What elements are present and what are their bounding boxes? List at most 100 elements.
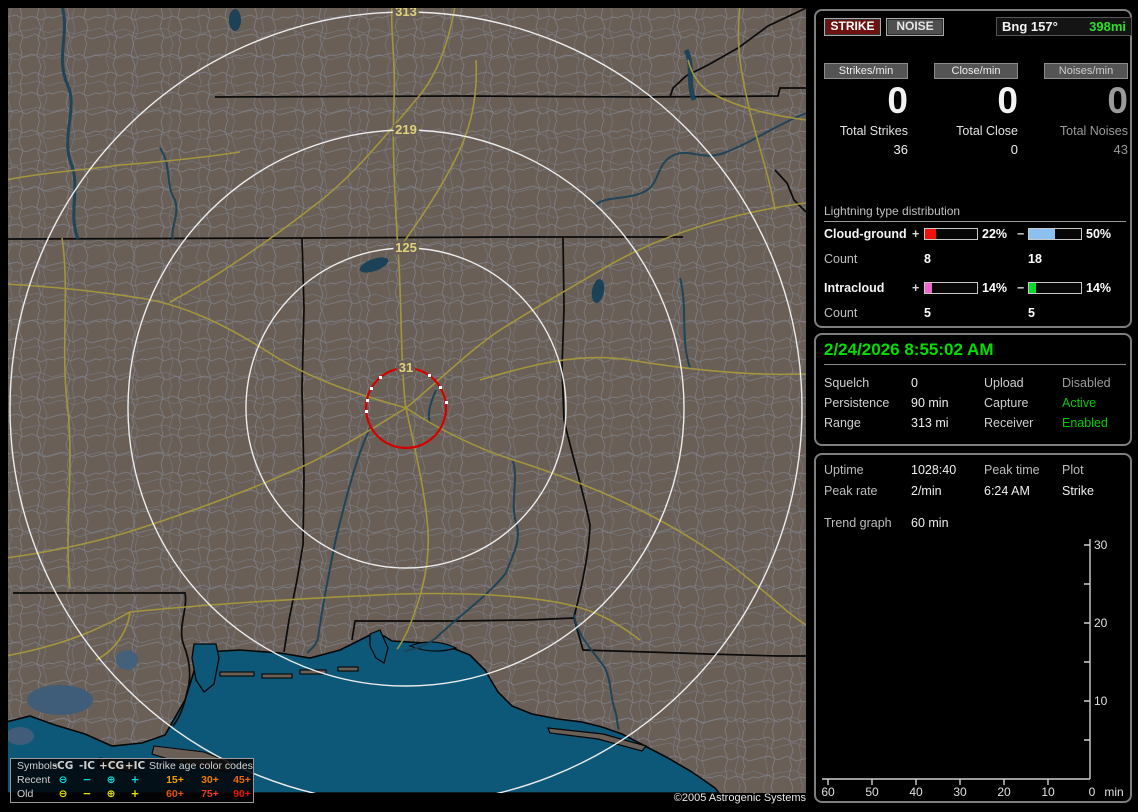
y-tick-30: 30	[1094, 538, 1108, 552]
upload-label: Upload	[984, 376, 1024, 390]
count-label: Count	[824, 252, 858, 266]
receiver-label: Receiver	[984, 416, 1034, 430]
ic-positive-fill	[925, 283, 933, 293]
age-60: 60+	[166, 788, 184, 800]
noises-per-min-value: 0	[1107, 80, 1128, 121]
upload-status: Disabled	[1062, 376, 1111, 390]
legend-old-row: Old ⊖ − ⊕ + 60+ 75+ 90+	[11, 788, 253, 801]
minus-sign: −	[1017, 281, 1025, 295]
count-label: Count	[824, 306, 858, 320]
ic-positive-bar	[924, 282, 978, 294]
age-45: 45+	[233, 774, 251, 786]
plus-icon: +	[130, 788, 140, 800]
ic-negative-pct: 14%	[1086, 281, 1112, 295]
age-30: 30+	[201, 774, 219, 786]
bearing-display: Bng 157° 398mi	[996, 17, 1132, 36]
cg-negative-pct: 50%	[1086, 227, 1112, 241]
strike-button[interactable]: STRIKE	[824, 18, 881, 36]
receiver-status: Enabled	[1062, 416, 1108, 430]
status-row-persistence: Persistence 90 min Capture Active	[816, 396, 1130, 410]
ring-label-313: 313	[395, 8, 417, 19]
range-value: 313 mi	[911, 416, 949, 430]
squelch-label: Squelch	[824, 376, 870, 390]
intracloud-label: Intracloud	[824, 281, 885, 295]
circle-plus-icon: ⊕	[106, 774, 116, 786]
stats-panel: Uptime 1028:40 Peak time Plot Peak rate …	[814, 453, 1132, 803]
ring-label-125: 125	[395, 240, 417, 255]
counters-panel: STRIKE NOISE Bng 157° 398mi Strikes/min …	[814, 9, 1132, 328]
map-canvas[interactable]: 313 219 125 31 Symbols -CG -IC +CG +IC S…	[8, 8, 806, 803]
bearing-range-value: 398mi	[1089, 19, 1126, 34]
range-label: Range	[824, 416, 861, 430]
x-tick-20: 20	[997, 785, 1011, 799]
y-tick-20: 20	[1094, 616, 1108, 630]
status-panel: 2/24/2026 8:55:02 AM Squelch 0 Upload Di…	[814, 333, 1132, 446]
persistence-value: 90 min	[911, 396, 949, 410]
close-per-min-counter: Close/min 0 Total Close 0	[928, 63, 1024, 157]
ic-positive-pct: 14%	[982, 281, 1008, 295]
x-tick-10: 10	[1041, 785, 1055, 799]
total-close-label: Total Close	[956, 124, 1018, 138]
strikes-per-min-counter: Strikes/min 0 Total Strikes 36	[818, 63, 914, 157]
strikes-per-min-value: 0	[887, 80, 908, 121]
age-75: 75+	[201, 788, 219, 800]
datetime-display: 2/24/2026 8:55:02 AM	[824, 340, 1126, 365]
plus-sign: +	[912, 281, 920, 295]
x-axis-unit: min	[1104, 785, 1124, 799]
cg-positive-pct: 22%	[982, 227, 1008, 241]
intracloud-row: Intracloud + 14% − 14%	[816, 281, 1130, 296]
age-15: 15+	[166, 774, 184, 786]
age-90: 90+	[233, 788, 251, 800]
total-strikes-value: 36	[893, 142, 908, 157]
bearing-value: Bng 157°	[1002, 19, 1058, 34]
status-row-squelch: Squelch 0 Upload Disabled	[816, 376, 1130, 390]
circle-plus-icon: ⊕	[106, 788, 116, 800]
cg-positive-bar	[924, 228, 978, 240]
legend-age-title: Strike age color codes	[149, 760, 253, 772]
trend-graph-axes	[822, 539, 1091, 785]
y-tick-10: 10	[1094, 694, 1108, 708]
legend-col-neg-ic: -IC	[79, 760, 95, 772]
total-close-value: 0	[1010, 142, 1018, 157]
close-per-min-value: 0	[997, 80, 1018, 121]
plus-sign: +	[912, 227, 920, 241]
distribution-title: Lightning type distribution	[824, 204, 1126, 222]
cg-positive-fill	[925, 229, 937, 239]
map-graphic: 313 219 125 31	[8, 8, 806, 793]
legend-recent-row: Recent ⊖ − ⊕ + 15+ 30+ 45+	[11, 774, 253, 787]
legend-recent-label: Recent	[17, 774, 51, 786]
noise-button[interactable]: NOISE	[886, 18, 944, 36]
x-tick-60: 60	[821, 785, 835, 799]
legend-col-pos-cg: +CG	[99, 760, 125, 772]
ring-label-219: 219	[395, 122, 417, 137]
plus-icon: +	[130, 774, 140, 786]
x-tick-40: 40	[909, 785, 923, 799]
ic-negative-bar	[1028, 282, 1082, 294]
x-tick-50: 50	[865, 785, 879, 799]
legend-old-label: Old	[17, 788, 34, 800]
legend-col-neg-cg: -CG	[52, 760, 74, 772]
cloud-ground-label: Cloud-ground	[824, 227, 907, 241]
status-row-range: Range 313 mi Receiver Enabled	[816, 416, 1130, 430]
circle-minus-icon: ⊖	[58, 788, 68, 800]
total-strikes-label: Total Strikes	[839, 124, 908, 138]
circle-minus-icon: ⊖	[58, 774, 68, 786]
cg-negative-bar	[1028, 228, 1082, 240]
capture-status: Active	[1062, 396, 1097, 410]
legend-symbols-label: Symbols	[17, 760, 58, 772]
ring-label-31: 31	[399, 360, 413, 375]
minus-icon: −	[82, 774, 92, 786]
total-noises-value: 43	[1113, 142, 1128, 157]
cg-negative-fill	[1029, 229, 1055, 239]
strikes-per-min-label: Strikes/min	[824, 63, 908, 79]
ic-negative-fill	[1029, 283, 1037, 293]
persistence-label: Persistence	[824, 396, 890, 410]
close-per-min-label: Close/min	[934, 63, 1018, 79]
minus-icon: −	[82, 788, 92, 800]
cloud-ground-row: Cloud-ground + 22% − 50%	[816, 227, 1130, 242]
noises-per-min-label: Noises/min	[1044, 63, 1128, 79]
x-tick-30: 30	[953, 785, 967, 799]
total-noises-label: Total Noises	[1059, 124, 1128, 138]
legend-header-row: Symbols -CG -IC +CG +IC Strike age color…	[11, 760, 253, 773]
ic-positive-count: 5	[924, 306, 931, 320]
